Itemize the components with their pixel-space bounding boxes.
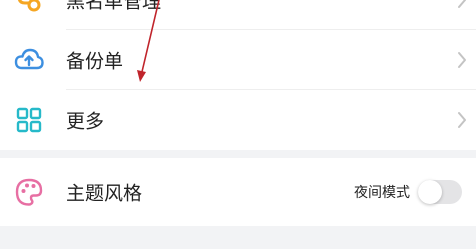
blacklist-icon [18,0,41,11]
chevron-right-icon [458,0,466,8]
menu-item-backup[interactable]: 备份单 [0,29,476,90]
menu-item-blacklist[interactable]: 黑名单管理 [0,0,476,30]
night-mode-label: 夜间模式 [354,185,410,201]
chevron-right-icon [458,51,466,68]
chevron-right-icon [458,111,466,128]
settings-card: 黑名单管理 备份单 更多 [0,0,476,150]
grid-icon [16,107,42,132]
menu-item-label: 备份单 [66,50,124,72]
theme-style-label: 主题风格 [66,182,143,205]
night-mode-toggle[interactable] [418,180,462,204]
theme-style-row[interactable]: 主题风格 夜间模式 [0,161,476,223]
cloud-upload-icon [14,48,44,69]
theme-card: 主题风格 夜间模式 [0,158,476,226]
menu-item-label: 更多 [66,110,105,132]
toggle-knob [418,180,442,204]
menu-item-label: 黑名单管理 [66,0,162,12]
palette-icon [15,178,43,206]
menu-item-more[interactable]: 更多 [0,89,476,150]
